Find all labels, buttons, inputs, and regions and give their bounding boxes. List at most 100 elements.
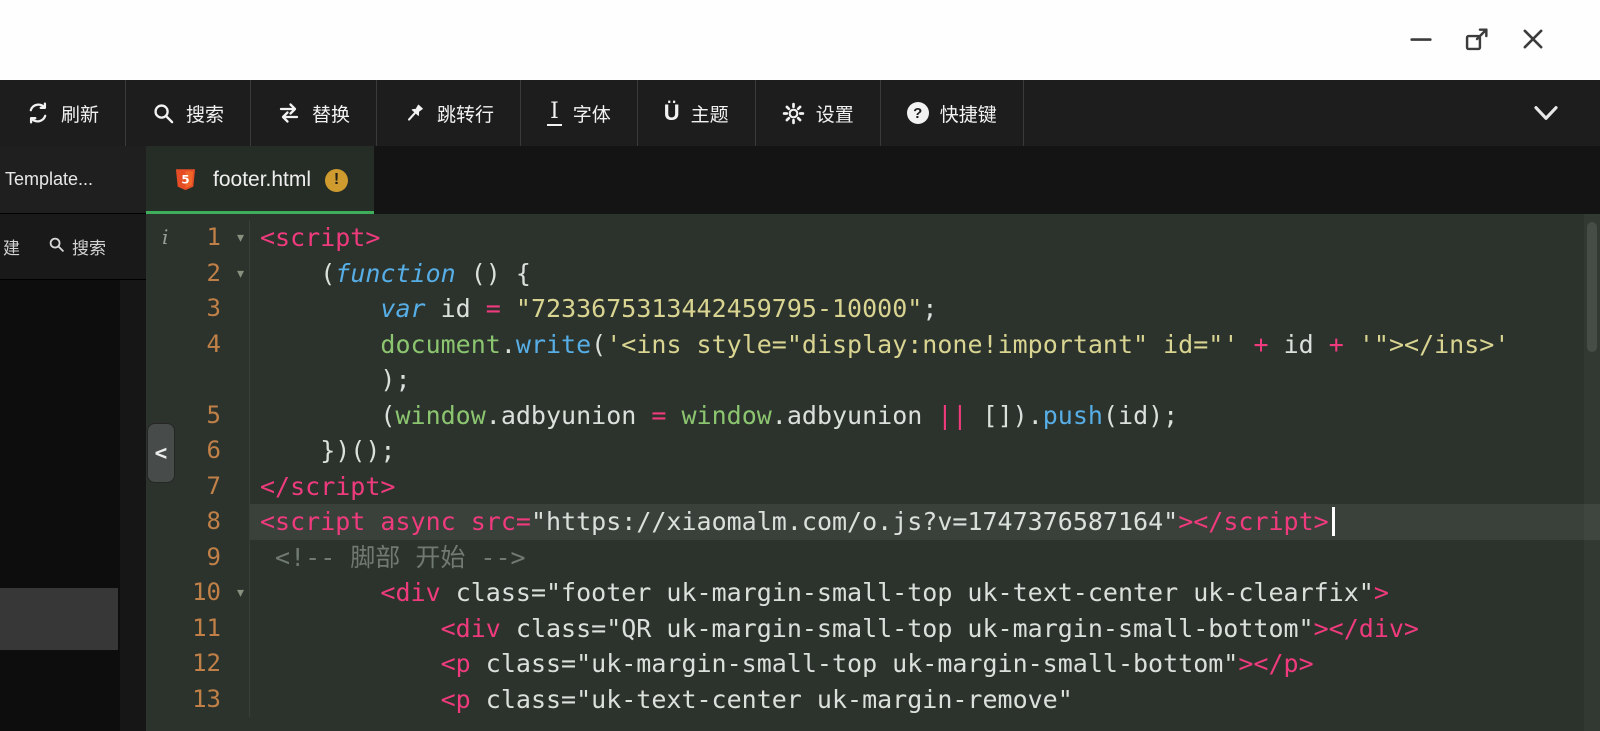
code-line[interactable]: 2▾ (function () {: [146, 256, 1600, 292]
fold-toggle-icon[interactable]: ▾: [237, 257, 244, 293]
code-line[interactable]: 3 var id = "7233675313442459795-10000";: [146, 291, 1600, 327]
toolbar-button-refresh[interactable]: 刷新: [0, 80, 126, 146]
line-number: 11: [146, 611, 250, 647]
toolbar-button-label: 字体: [573, 100, 611, 127]
main-toolbar: 刷新搜索 替换 跳转行 I 字体 Ü 主题 设置 ?快捷键: [0, 80, 1600, 146]
code-text: document.write('<ins style="display:none…: [250, 327, 1600, 363]
toolbar-button-search[interactable]: 搜索: [126, 80, 251, 146]
toolbar-button-label: 主题: [691, 100, 729, 127]
code-editor[interactable]: i1▾<script>2▾ (function () {3 var id = "…: [146, 214, 1600, 731]
sidebar-template-header[interactable]: Template...: [0, 146, 146, 214]
code-line[interactable]: 6 })();: [146, 433, 1600, 469]
code-token: <script>: [260, 223, 380, 252]
code-token: id: [426, 294, 486, 323]
code-line[interactable]: 4 document.write('<ins style="display:no…: [146, 327, 1600, 363]
code-token: =: [486, 294, 501, 323]
theme-icon: Ü: [664, 102, 680, 124]
code-token: "7233675313442459795-10000": [516, 294, 922, 323]
code-text: <script>: [250, 220, 1600, 256]
left-sidebar: Template... 建 搜索: [0, 146, 146, 731]
gutter-info-icon: i: [162, 220, 168, 256]
toolbar-button-label: 设置: [816, 100, 854, 127]
toolbar-button-theme[interactable]: Ü 主题: [638, 80, 756, 146]
minimize-button[interactable]: [1406, 24, 1436, 54]
sidebar-search-button[interactable]: 搜索: [48, 234, 106, 259]
code-token: document: [380, 330, 500, 359]
code-token: ></p>: [1238, 649, 1313, 678]
line-number: 13: [146, 682, 250, 718]
code-token: [260, 685, 441, 714]
new-button-label: 建: [3, 234, 20, 259]
close-button[interactable]: [1518, 24, 1548, 54]
toolbar-button-settings[interactable]: 设置: [756, 80, 881, 146]
code-text: (function () {: [250, 256, 1600, 292]
code-token: window: [681, 401, 771, 430]
line-number: 3: [146, 291, 250, 327]
code-line[interactable]: 12 <p class="uk-margin-small-top uk-marg…: [146, 646, 1600, 682]
line-number: 9: [146, 540, 250, 576]
toolbar-button-label: 替换: [312, 100, 350, 127]
scrollbar-thumb[interactable]: [1587, 222, 1597, 352]
code-line[interactable]: 11 <div class="QR uk-margin-small-top uk…: [146, 611, 1600, 647]
code-token: })();: [260, 436, 395, 465]
restore-button[interactable]: [1462, 24, 1492, 54]
code-token: (: [260, 401, 395, 430]
code-line[interactable]: 8<script async src="https://xiaomalm.com…: [146, 504, 1600, 540]
line-number: 4: [146, 327, 250, 363]
code-line[interactable]: 9 <!-- 脚部 开始 -->: [146, 540, 1600, 576]
tab-footer-html[interactable]: 5 footer.html !: [146, 146, 374, 214]
sidebar-new-button[interactable]: 建: [3, 234, 20, 259]
code-token: id: [1269, 330, 1329, 359]
toolbar-button-help[interactable]: ?快捷键: [881, 80, 1024, 146]
sidebar-collapse-button[interactable]: <: [148, 424, 174, 482]
code-line[interactable]: 5 (window.adbyunion = window.adbyunion |…: [146, 398, 1600, 434]
code-token: <p: [441, 649, 471, 678]
tree-selected-item[interactable]: [0, 588, 118, 650]
toolbar-button-replace[interactable]: 替换: [251, 80, 377, 146]
code-token: [1344, 330, 1359, 359]
toolbar-button-goto-line[interactable]: 跳转行: [377, 80, 521, 146]
help-icon: ?: [907, 102, 929, 124]
settings-icon: [782, 102, 805, 125]
code-token: [260, 294, 380, 323]
code-token: write: [516, 330, 591, 359]
tree-scrollbar[interactable]: [120, 280, 146, 731]
code-token: +: [1253, 330, 1268, 359]
fold-toggle-icon[interactable]: ▾: [237, 221, 244, 257]
code-token: class="footer uk-margin-small-top uk-tex…: [441, 578, 1374, 607]
code-line[interactable]: i1▾<script>: [146, 220, 1600, 256]
code-lines: i1▾<script>2▾ (function () {3 var id = "…: [146, 220, 1600, 717]
code-token: <script: [260, 507, 365, 536]
tab-title: footer.html: [213, 168, 311, 192]
code-token: () {: [456, 259, 531, 288]
search-button-label: 搜索: [72, 234, 106, 259]
code-line[interactable]: 7</script>: [146, 469, 1600, 505]
line-number: 10▾: [146, 575, 250, 611]
text-cursor: [1332, 507, 1335, 536]
code-text: })();: [250, 433, 1600, 469]
code-token: [1238, 330, 1253, 359]
code-token: .adbyunion: [772, 401, 938, 430]
code-token: var: [380, 294, 425, 323]
fold-toggle-icon[interactable]: ▾: [237, 576, 244, 612]
code-line[interactable]: 13 <p class="uk-text-center uk-margin-re…: [146, 682, 1600, 718]
code-line[interactable]: );: [146, 362, 1600, 398]
code-token: ;: [922, 294, 937, 323]
code-token: +: [1329, 330, 1344, 359]
toolbar-button-font[interactable]: I 字体: [521, 80, 638, 146]
font-icon: I: [547, 101, 562, 126]
file-tree[interactable]: [0, 280, 146, 731]
toolbar-button-label: 刷新: [61, 100, 99, 127]
code-token: "https://xiaomalm.com/o.js?v=17473765871…: [531, 507, 1178, 536]
warning-badge[interactable]: !: [325, 169, 348, 192]
toolbar-expand-button[interactable]: [1530, 80, 1562, 146]
line-number: 8: [146, 504, 250, 540]
code-token: window: [395, 401, 485, 430]
replace-icon: [277, 101, 301, 125]
code-token: [666, 401, 681, 430]
toolbar-button-label: 跳转行: [437, 100, 494, 127]
code-token: <div: [441, 614, 501, 643]
code-token: </script>: [260, 472, 395, 501]
code-line[interactable]: 10▾ <div class="footer uk-margin-small-t…: [146, 575, 1600, 611]
editor-scrollbar[interactable]: [1584, 214, 1600, 731]
